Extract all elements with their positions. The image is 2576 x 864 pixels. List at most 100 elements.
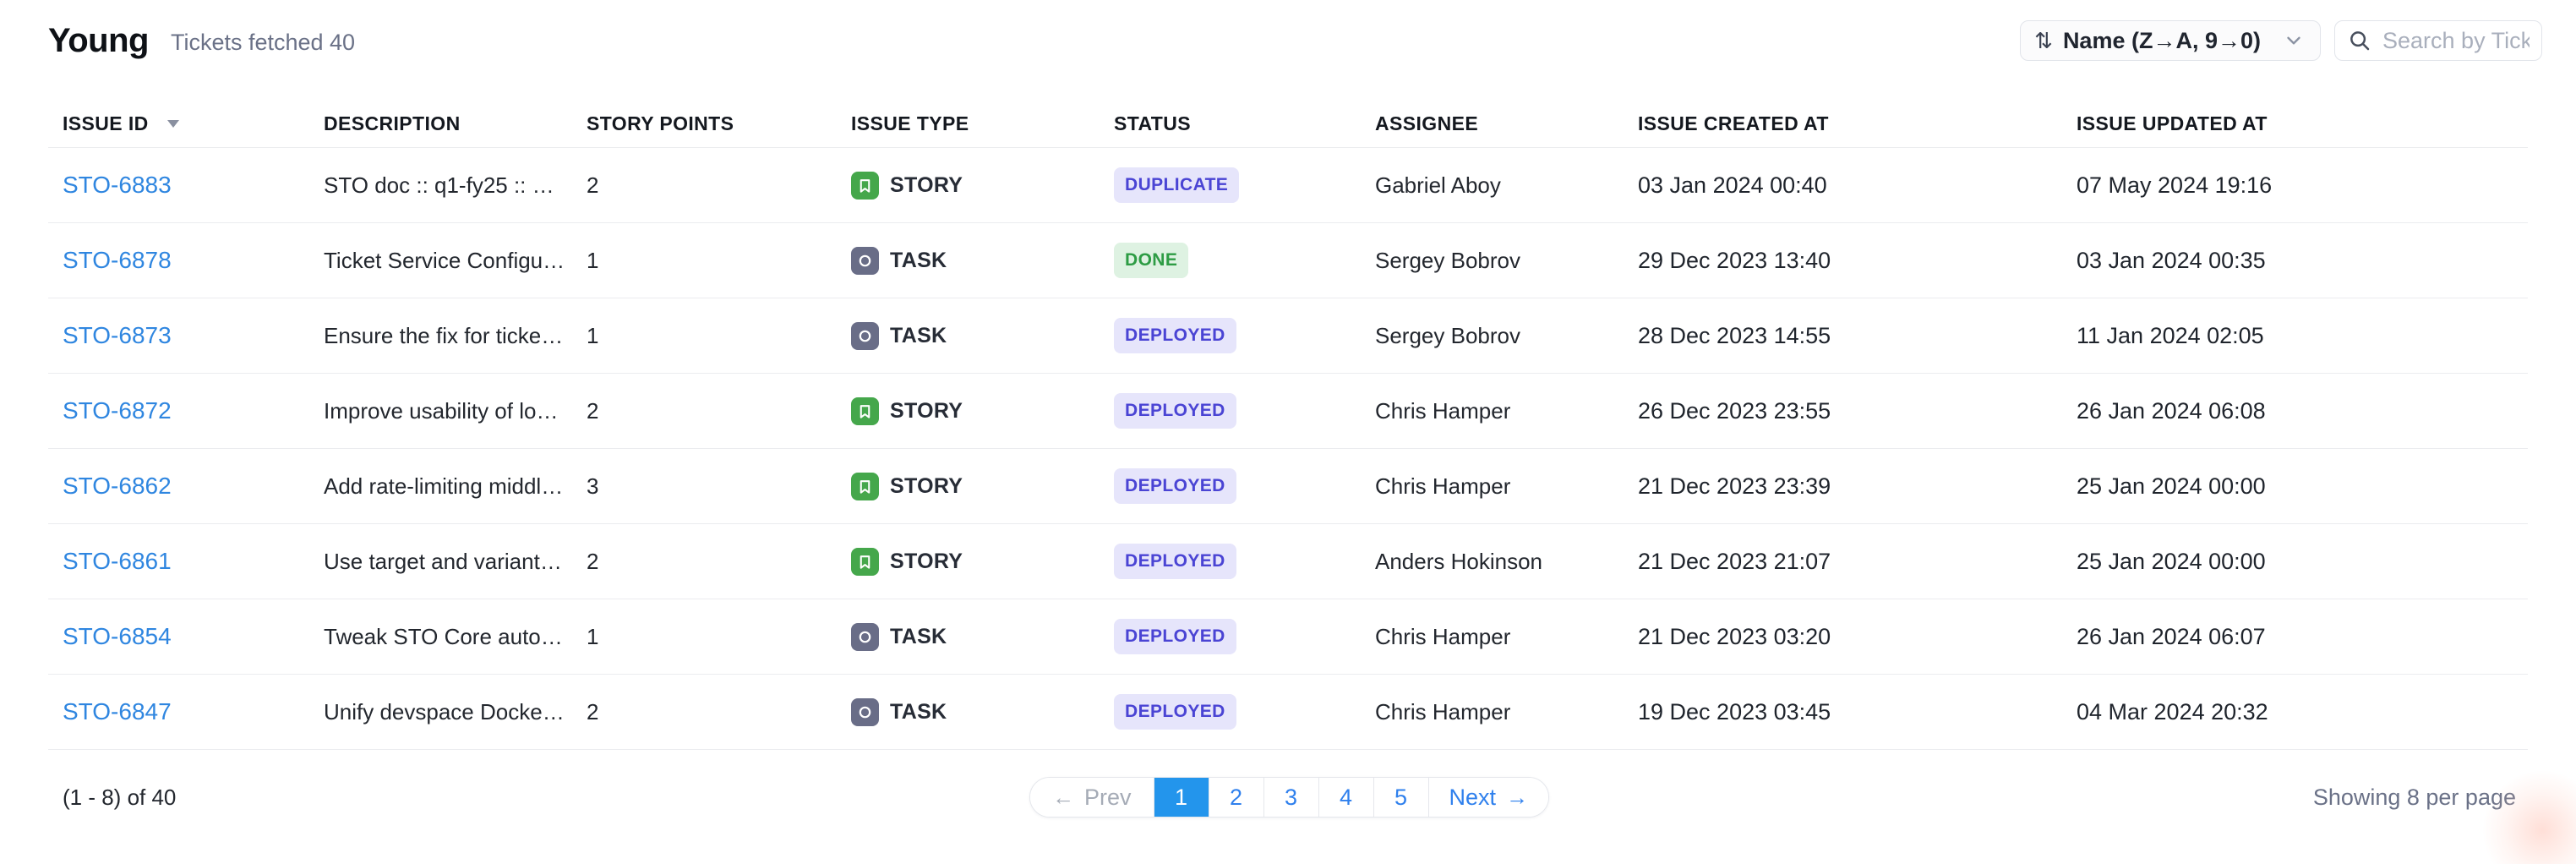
- table-body: STO-6883 STO doc :: q1-fy25 :: One-click…: [48, 147, 2528, 750]
- issue-type-icon: [851, 322, 879, 350]
- assignee-cell: Anders Hokinson: [1375, 549, 1638, 575]
- description-cell: Ticket Service Configuration: [324, 248, 587, 274]
- page-button[interactable]: 4: [1318, 778, 1373, 817]
- page-button[interactable]: 5: [1373, 778, 1428, 817]
- issue-type-icon: [851, 698, 879, 726]
- issue-created-at-cell: 21 Dec 2023 03:20: [1638, 624, 2077, 650]
- issue-id-link[interactable]: STO-6861: [63, 548, 172, 574]
- issue-updated-at-cell: 11 Jan 2024 02:05: [2077, 323, 2528, 349]
- arrow-left-icon: ←: [1052, 785, 1074, 811]
- column-header-issue-type: Issue Type: [851, 112, 1114, 135]
- description-cell: Use target and variant name sear...: [324, 549, 587, 575]
- sort-arrows-icon: ⇅: [2034, 28, 2053, 54]
- issue-id-link[interactable]: STO-6883: [63, 172, 172, 198]
- issue-type-icon: [851, 473, 879, 500]
- column-header-issue-created-at: Issue Created At: [1638, 112, 2077, 135]
- issue-type-label: TASK: [890, 625, 947, 649]
- issue-type-cell: TASK: [851, 698, 1114, 726]
- column-header-issue-updated-at: Issue Updated At: [2077, 112, 2528, 135]
- column-header-status: Status: [1114, 112, 1375, 135]
- chevron-down-icon: [2283, 30, 2305, 52]
- issue-type-label: STORY: [890, 474, 963, 499]
- status-badge: DEPLOYED: [1114, 619, 1236, 654]
- issue-id-link[interactable]: STO-6872: [63, 397, 172, 424]
- status-badge: DONE: [1114, 243, 1188, 278]
- prev-page-button[interactable]: ← Prev: [1030, 778, 1154, 817]
- sort-dropdown[interactable]: ⇅ Name (Z→A, 9→0): [2020, 20, 2321, 61]
- issue-type-icon: [851, 172, 879, 200]
- page-button[interactable]: 3: [1263, 778, 1318, 817]
- issue-type-label: TASK: [890, 324, 947, 348]
- issue-type-cell: STORY: [851, 548, 1114, 576]
- issue-id-link[interactable]: STO-6847: [63, 698, 172, 725]
- story-points-cell: 2: [587, 172, 851, 199]
- issue-type-icon: [851, 397, 879, 425]
- column-header-assignee: Assignee: [1375, 112, 1638, 135]
- issue-type-label: TASK: [890, 249, 947, 273]
- issue-updated-at-cell: 26 Jan 2024 06:07: [2077, 624, 2528, 650]
- issue-id-link[interactable]: STO-6862: [63, 473, 172, 499]
- issue-created-at-cell: 21 Dec 2023 21:07: [1638, 549, 2077, 575]
- assignee-cell: Chris Hamper: [1375, 699, 1638, 725]
- status-badge: DEPLOYED: [1114, 468, 1236, 504]
- page-button[interactable]: 1: [1154, 778, 1209, 817]
- table-row: STO-6872 Improve usability of logs for f…: [48, 373, 2528, 448]
- table-row: STO-6883 STO doc :: q1-fy25 :: One-click…: [48, 147, 2528, 222]
- issue-type-label: TASK: [890, 700, 947, 725]
- assignee-cell: Chris Hamper: [1375, 624, 1638, 650]
- issue-type-icon: [851, 623, 879, 651]
- status-badge: DEPLOYED: [1114, 393, 1236, 429]
- table-row: STO-6873 Ensure the fix for ticket: http…: [48, 298, 2528, 373]
- issue-type-cell: TASK: [851, 247, 1114, 275]
- story-points-cell: 2: [587, 549, 851, 575]
- tickets-table: Issue Id Description Story Points Issue …: [48, 100, 2528, 750]
- issue-updated-at-cell: 25 Jan 2024 00:00: [2077, 549, 2528, 575]
- description-cell: Unify devspace Dockerfile build: [324, 699, 587, 725]
- issue-type-icon: [851, 548, 879, 576]
- description-cell: Ensure the fix for ticket: https://h...: [324, 323, 587, 349]
- issue-created-at-cell: 28 Dec 2023 14:55: [1638, 323, 2077, 349]
- assignee-cell: Sergey Bobrov: [1375, 323, 1638, 349]
- table-row: STO-6878 Ticket Service Configuration 1 …: [48, 222, 2528, 298]
- issue-id-link[interactable]: STO-6873: [63, 322, 172, 348]
- issue-id-link[interactable]: STO-6854: [63, 623, 172, 649]
- table-row: STO-6862 Add rate-limiting middleware to…: [48, 448, 2528, 523]
- assignee-cell: Gabriel Aboy: [1375, 172, 1638, 199]
- column-header-description: Description: [324, 112, 587, 135]
- pagination: ← Prev 1 2 3 4 5 Next →: [1029, 777, 1549, 818]
- description-cell: Improve usability of logs for failur...: [324, 398, 587, 424]
- pagination-range-label: (1 - 8) of 40: [63, 785, 1029, 811]
- assignee-cell: Chris Hamper: [1375, 398, 1638, 424]
- issue-type-cell: STORY: [851, 397, 1114, 425]
- per-page-label: Showing 8 per page: [1549, 785, 2516, 811]
- search-input[interactable]: [2382, 28, 2530, 54]
- issue-created-at-cell: 03 Jan 2024 00:40: [1638, 172, 2077, 199]
- issue-type-label: STORY: [890, 173, 963, 198]
- status-badge: DEPLOYED: [1114, 544, 1236, 579]
- story-points-cell: 1: [587, 323, 851, 349]
- story-points-cell: 2: [587, 699, 851, 725]
- topbar: Young Tickets fetched 40 ⇅ Name (Z→A, 9→…: [0, 0, 2576, 66]
- column-header-issue-id[interactable]: Issue Id: [48, 112, 324, 135]
- issue-type-label: STORY: [890, 399, 963, 424]
- next-page-button[interactable]: Next →: [1428, 778, 1549, 817]
- story-points-cell: 1: [587, 624, 851, 650]
- issue-created-at-cell: 21 Dec 2023 23:39: [1638, 473, 2077, 500]
- table-row: STO-6847 Unify devspace Dockerfile build…: [48, 674, 2528, 749]
- assignee-cell: Sergey Bobrov: [1375, 248, 1638, 274]
- issue-updated-at-cell: 26 Jan 2024 06:08: [2077, 398, 2528, 424]
- issue-type-icon: [851, 247, 879, 275]
- page-title: Young: [48, 22, 149, 60]
- page-button[interactable]: 2: [1209, 778, 1263, 817]
- table-row: STO-6861 Use target and variant name sea…: [48, 523, 2528, 599]
- story-points-cell: 3: [587, 473, 851, 500]
- table-footer: (1 - 8) of 40 ← Prev 1 2 3 4 5 Next → Sh…: [63, 777, 2516, 818]
- description-cell: Add rate-limiting middleware to S...: [324, 473, 587, 500]
- issue-type-cell: TASK: [851, 322, 1114, 350]
- status-badge: DEPLOYED: [1114, 318, 1236, 353]
- arrow-right-icon: →: [1506, 785, 1528, 811]
- issue-type-label: STORY: [890, 550, 963, 574]
- story-points-cell: 1: [587, 248, 851, 274]
- issue-id-link[interactable]: STO-6878: [63, 247, 172, 273]
- status-badge: DEPLOYED: [1114, 694, 1236, 730]
